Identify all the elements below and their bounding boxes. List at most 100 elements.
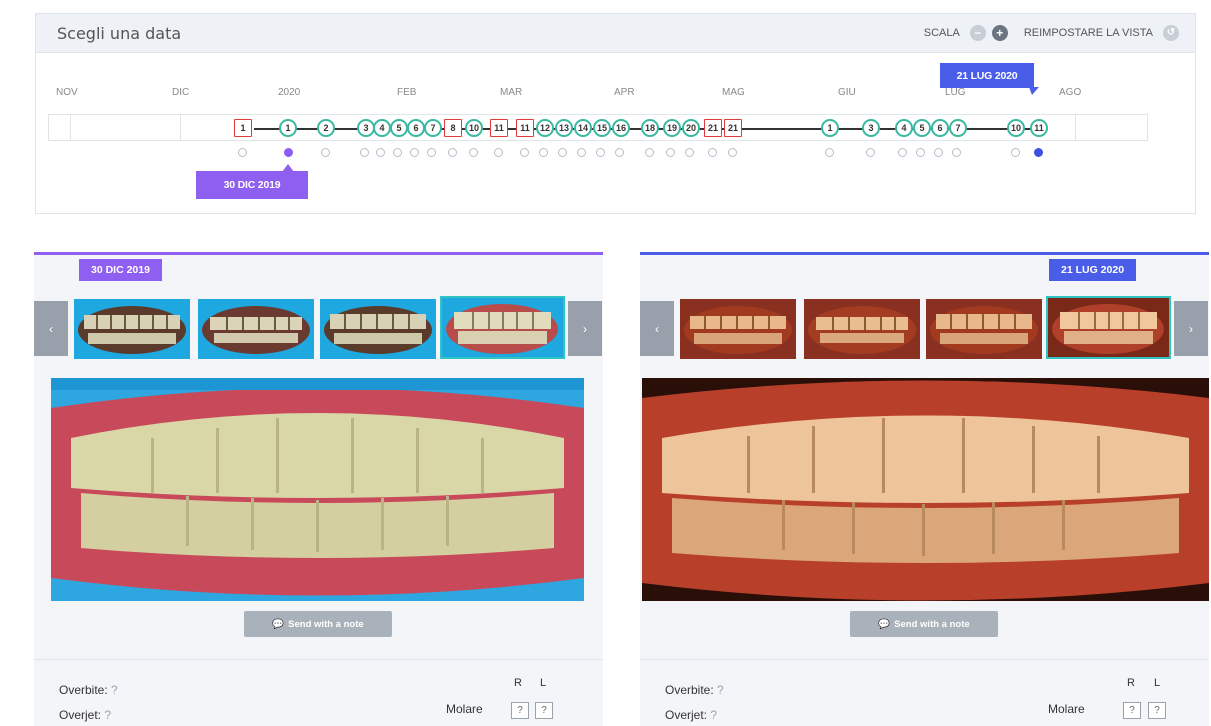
timeline-node[interactable]: 12	[536, 119, 554, 137]
selection-dot[interactable]	[469, 148, 478, 157]
month-label: FEB	[397, 87, 417, 98]
thumbnail-photo[interactable]	[198, 299, 314, 359]
selection-dot[interactable]	[596, 148, 605, 157]
timeline-node[interactable]: 16	[612, 119, 630, 137]
selection-dot[interactable]	[321, 148, 330, 157]
timeline-node[interactable]: 1	[821, 119, 839, 137]
selection-dot[interactable]	[952, 148, 961, 157]
timeline-node[interactable]: 10	[1007, 119, 1025, 137]
thumbnail-photo-selected[interactable]	[1046, 296, 1171, 359]
overjet-field: Overjet: ?	[59, 708, 111, 722]
timeline-node[interactable]: 21	[724, 119, 742, 137]
selection-dot-start[interactable]	[284, 148, 293, 157]
thumbnail-photo[interactable]	[680, 299, 796, 359]
selection-dot[interactable]	[666, 148, 675, 157]
main-photo[interactable]	[51, 378, 584, 601]
selection-dot[interactable]	[1011, 148, 1020, 157]
thumbnail-photo[interactable]	[804, 299, 920, 359]
overbite-value[interactable]: ?	[717, 683, 724, 697]
selection-dot[interactable]	[866, 148, 875, 157]
timeline-node[interactable]: 20	[682, 119, 700, 137]
timeline-node[interactable]: 11	[490, 119, 508, 137]
send-with-note-button[interactable]: 💬 Send with a note	[850, 611, 998, 637]
timeline-node[interactable]: 1	[279, 119, 297, 137]
overjet-label: Overjet:	[665, 708, 708, 722]
timeline-node[interactable]: 2	[317, 119, 335, 137]
main-photo[interactable]	[642, 378, 1209, 601]
left-side-header: L	[1154, 677, 1161, 689]
selection-dot[interactable]	[615, 148, 624, 157]
selection-dot[interactable]	[577, 148, 586, 157]
selection-dot[interactable]	[410, 148, 419, 157]
zoom-in-button[interactable]: +	[991, 25, 1008, 41]
timeline-node[interactable]: 13	[555, 119, 573, 137]
overjet-value[interactable]: ?	[710, 708, 717, 722]
selection-dot[interactable]	[916, 148, 925, 157]
timeline-node[interactable]: 6	[931, 119, 949, 137]
molare-r-box[interactable]: ?	[1123, 702, 1141, 719]
selection-dot[interactable]	[539, 148, 548, 157]
selection-dot[interactable]	[393, 148, 402, 157]
selection-dot[interactable]	[520, 148, 529, 157]
timeline-node[interactable]: 5	[390, 119, 408, 137]
overbite-value[interactable]: ?	[111, 683, 118, 697]
selection-dot[interactable]	[494, 148, 503, 157]
timeline-node[interactable]: 3	[862, 119, 880, 137]
timeline-header: Scegli una data SCALA − + REIMPOSTARE LA…	[36, 14, 1195, 53]
selection-dot[interactable]	[934, 148, 943, 157]
selection-dot[interactable]	[728, 148, 737, 157]
timeline-node[interactable]: 4	[373, 119, 391, 137]
molare-l-box[interactable]: ?	[1148, 702, 1166, 719]
timeline-node[interactable]: 21	[704, 119, 722, 137]
timeline-node[interactable]: 4	[895, 119, 913, 137]
timeline-node[interactable]: 6	[407, 119, 425, 137]
thumbnail-photo-selected[interactable]	[440, 296, 565, 359]
selection-dot[interactable]	[448, 148, 457, 157]
timeline-node[interactable]: 15	[593, 119, 611, 137]
overjet-label: Overjet:	[59, 708, 102, 722]
timeline-node[interactable]: 18	[641, 119, 659, 137]
next-thumbnail-button[interactable]: ›	[1174, 301, 1208, 356]
zoom-out-button[interactable]: −	[969, 25, 986, 41]
selection-dot[interactable]	[360, 148, 369, 157]
selection-dot[interactable]	[708, 148, 717, 157]
selection-dot[interactable]	[238, 148, 247, 157]
selection-dot[interactable]	[376, 148, 385, 157]
send-with-note-label: Send with a note	[894, 618, 970, 630]
prev-thumbnail-button[interactable]: ‹	[640, 301, 674, 356]
selected-start-flag: 30 DIC 2019	[196, 171, 308, 199]
selection-dot-end[interactable]	[1034, 148, 1043, 157]
timeline-node[interactable]: 11	[1030, 119, 1048, 137]
thumbnail-photo[interactable]	[926, 299, 1042, 359]
timeline-node[interactable]: 8	[444, 119, 462, 137]
selection-dot[interactable]	[558, 148, 567, 157]
timeline-node[interactable]: 7	[949, 119, 967, 137]
reset-view-label[interactable]: REIMPOSTARE LA VISTA	[1024, 27, 1153, 39]
timeline-node[interactable]: 7	[424, 119, 442, 137]
timeline-node[interactable]: 11	[516, 119, 534, 137]
send-with-note-button[interactable]: 💬 Send with a note	[244, 611, 392, 637]
reset-view-icon[interactable]: ↺	[1163, 25, 1179, 41]
timeline-node[interactable]: 1	[234, 119, 252, 137]
molare-r-box[interactable]: ?	[511, 702, 529, 719]
next-thumbnail-button[interactable]: ›	[568, 301, 602, 356]
thumbnail-photo[interactable]	[320, 299, 436, 359]
timeline-node[interactable]: 10	[465, 119, 483, 137]
selection-dot[interactable]	[645, 148, 654, 157]
month-label: DIC	[172, 87, 190, 98]
timeline-node[interactable]: 19	[663, 119, 681, 137]
month-label: MAG	[722, 87, 745, 98]
selection-dot[interactable]	[825, 148, 834, 157]
timeline-controls: SCALA − + REIMPOSTARE LA VISTA ↺	[924, 25, 1179, 41]
molare-l-box[interactable]: ?	[535, 702, 553, 719]
panel-divider	[640, 659, 1209, 660]
thumbnail-photo[interactable]	[74, 299, 190, 359]
overjet-value[interactable]: ?	[104, 708, 111, 722]
selection-dot[interactable]	[898, 148, 907, 157]
selection-dot[interactable]	[427, 148, 436, 157]
timeline-title: Scegli una data	[57, 24, 182, 43]
prev-thumbnail-button[interactable]: ‹	[34, 301, 68, 356]
timeline-node[interactable]: 5	[913, 119, 931, 137]
timeline-node[interactable]: 14	[574, 119, 592, 137]
selection-dot[interactable]	[685, 148, 694, 157]
